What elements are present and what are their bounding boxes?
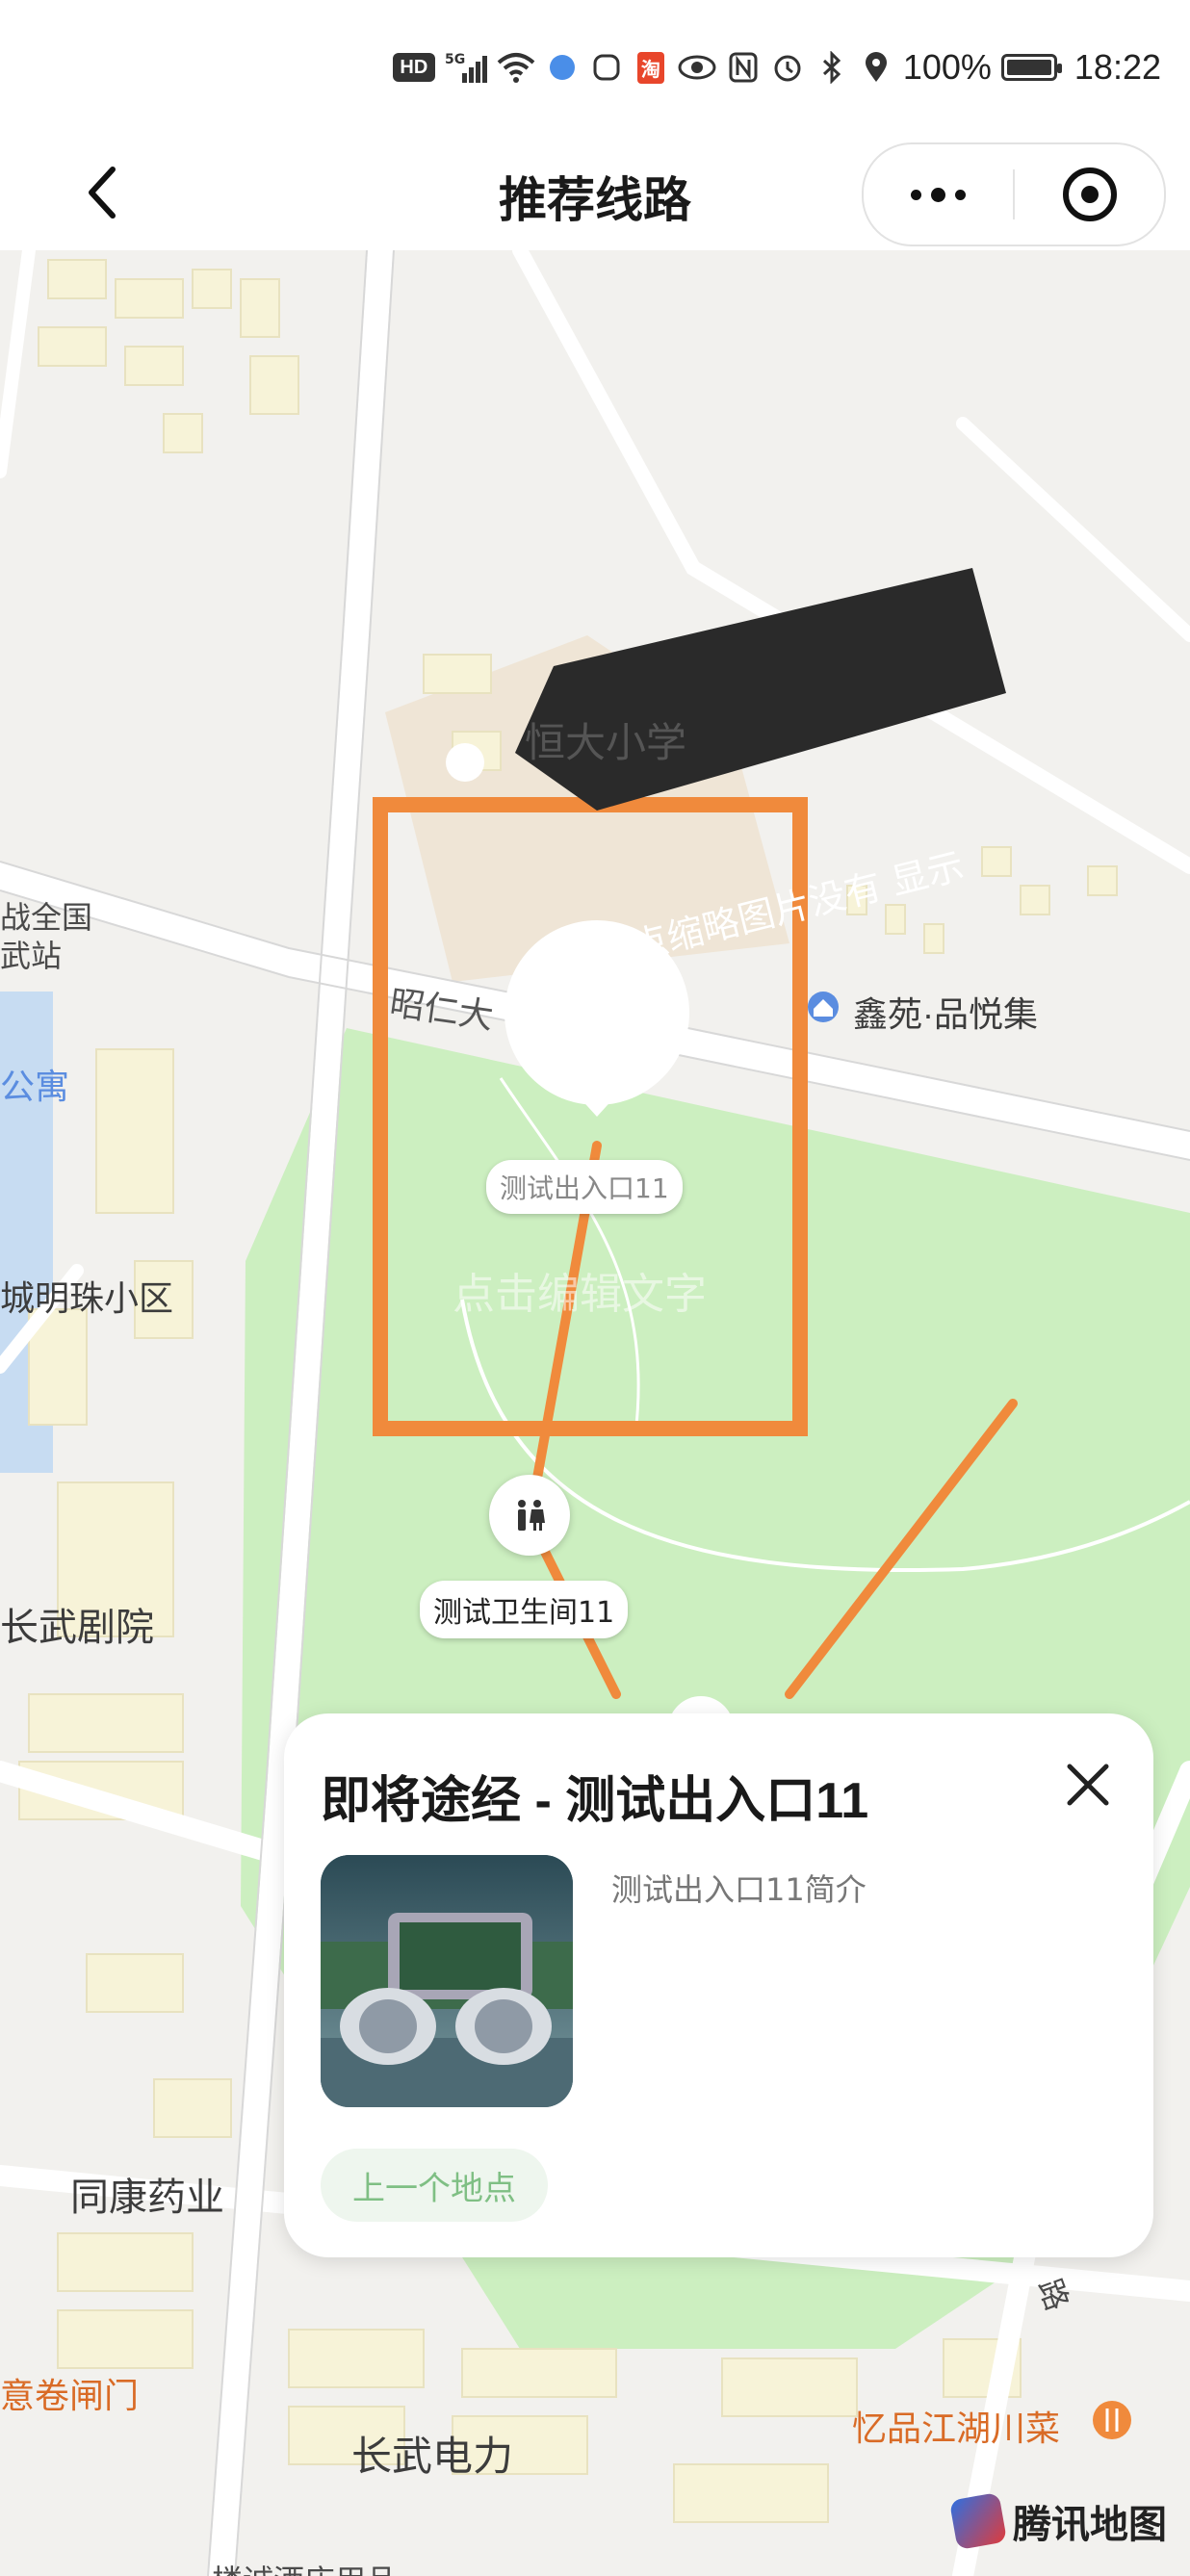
bluetooth-icon — [815, 50, 849, 85]
map-dot — [446, 743, 484, 782]
map-label-mingzhu: 城明珠小区 — [0, 1278, 174, 1318]
restroom-pin[interactable] — [489, 1475, 570, 1556]
hand-icon — [589, 50, 624, 85]
battery-icon — [1000, 54, 1062, 81]
map-label-school: 恒大小学 — [525, 720, 687, 765]
nfc-icon — [726, 50, 761, 85]
card-close-button[interactable] — [1049, 1746, 1126, 1823]
wifi-icon — [497, 50, 535, 85]
previous-location-button[interactable]: 上一个地点 — [321, 2149, 548, 2222]
status-bar: HD 5G 淘 100% 18:22 — [0, 0, 1190, 135]
map-label-juanzha: 意卷闸门 — [0, 2376, 140, 2415]
battery-percent: 100% — [902, 47, 992, 87]
miniprogram-capsule — [862, 142, 1166, 246]
restroom-icon — [518, 1500, 545, 1531]
card-title: 即将途经 - 测试出入口11 — [321, 1773, 869, 1829]
map-label-xinyuan: 鑫苑·品悦集 — [853, 994, 1038, 1034]
map-provider-name: 腾讯地图 — [1013, 2503, 1167, 2547]
app-globe-icon — [545, 50, 580, 85]
svg-text:5G: 5G — [445, 52, 465, 67]
edit-text-hint[interactable]: 点击编辑文字 — [453, 1259, 707, 1321]
target-icon — [1062, 167, 1117, 221]
status-icons: HD 5G 淘 100% 18:22 — [392, 43, 1161, 91]
map-label-power: 长武电力 — [351, 2434, 514, 2479]
more-button[interactable] — [864, 144, 1013, 245]
waypoint-card: 即将途经 - 测试出入口11 测试出入口11简介 上一个地点 — [284, 1713, 1153, 2257]
alarm-icon — [770, 50, 805, 85]
hd-icon: HD — [392, 53, 435, 82]
tencent-map-icon — [948, 2491, 1008, 2551]
restaurant-icon — [1093, 2401, 1131, 2439]
map-label-sichuan: 忆品江湖川菜 — [852, 2409, 1061, 2448]
close-icon — [1067, 1764, 1109, 1806]
nav-bar: 推荐线路 — [0, 135, 1190, 250]
location-icon — [859, 50, 893, 85]
battery-fill — [1006, 60, 1051, 75]
map-label-theater: 长武剧院 — [0, 1607, 154, 1649]
map-provider-logo: 腾讯地图 — [948, 2491, 1167, 2551]
taobao-icon: 淘 — [634, 50, 668, 85]
more-dots-icon — [911, 187, 966, 202]
eye-icon — [678, 50, 716, 85]
thumbnail-image — [321, 1855, 573, 2107]
entrance-marker-label[interactable]: 测试出入口11 — [486, 1160, 683, 1214]
map-label-pharmacy: 同康药业 — [70, 2177, 224, 2219]
signal-icon: 5G — [445, 50, 487, 85]
card-description: 测试出入口11简介 — [611, 1871, 867, 1908]
waypoint-thumbnail[interactable] — [321, 1855, 573, 2107]
clock: 18:22 — [1074, 47, 1161, 87]
map-label-left3: 公寓 — [0, 1067, 70, 1106]
restroom-marker-label[interactable]: 测试卫生间11 — [420, 1581, 629, 1638]
close-miniprogram-button[interactable] — [1015, 144, 1164, 245]
map-label-left2: 武站 — [0, 939, 63, 973]
map-label-bottom: 楼诚酒店用品 — [212, 2557, 397, 2576]
